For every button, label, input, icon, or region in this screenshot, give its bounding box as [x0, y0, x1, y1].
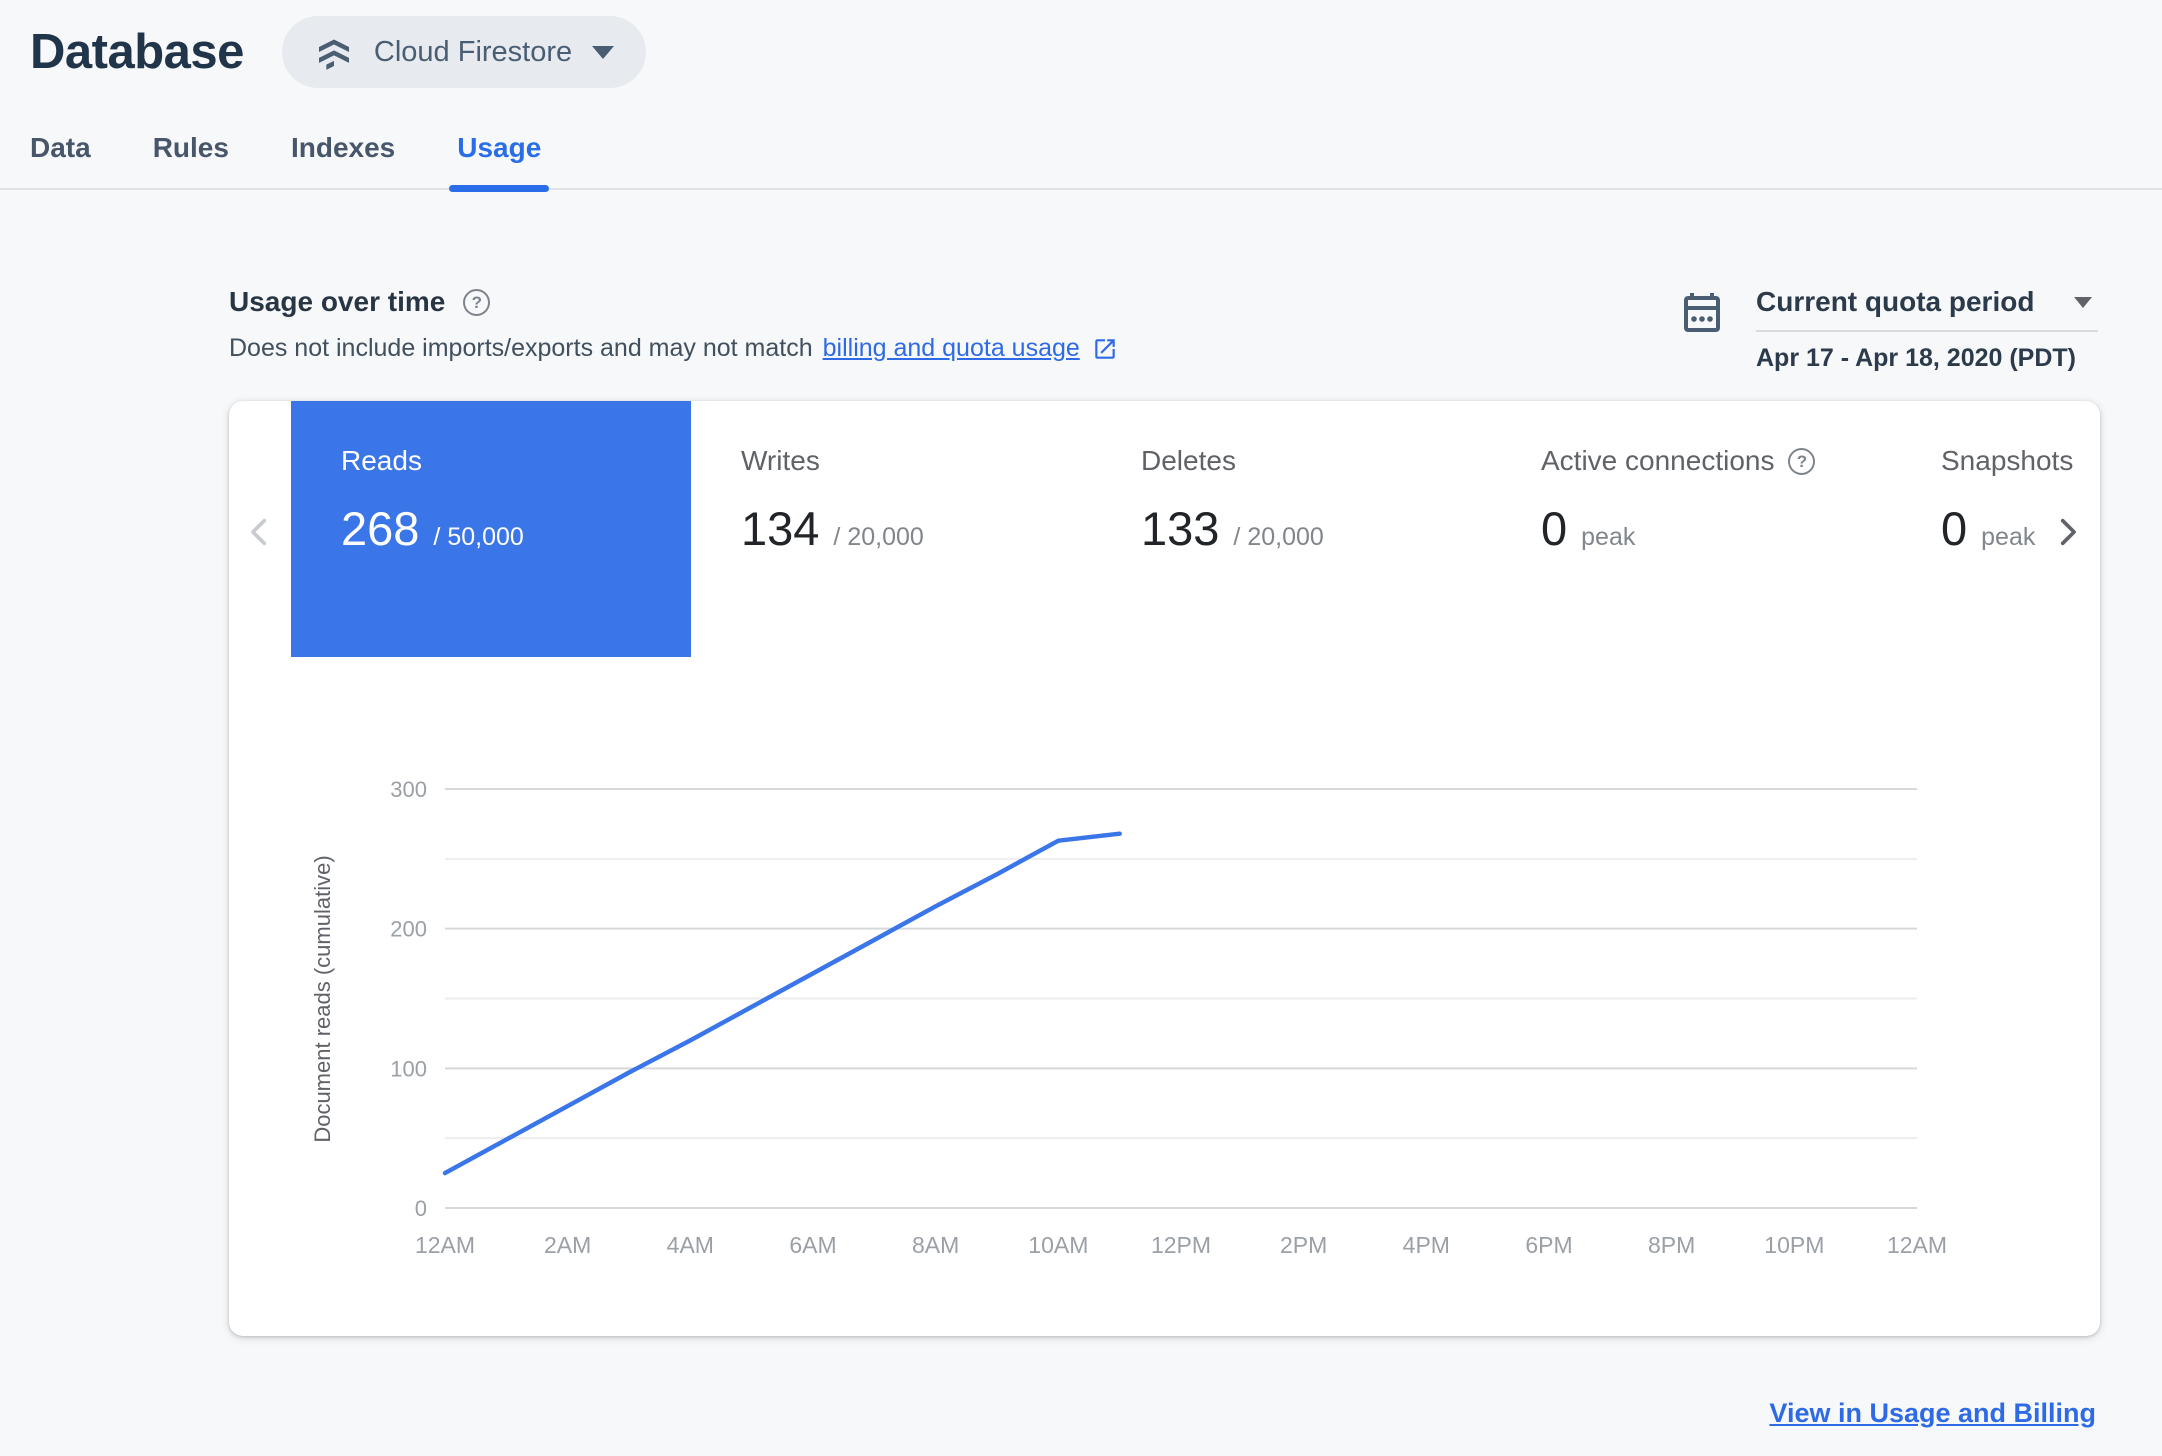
card-quota: / 20,000 [833, 523, 924, 551]
metric-cards-carousel: Reads 268 / 50,000 Writes 134 / 20,000 D… [229, 401, 2100, 657]
footer: View in Usage and Billing [0, 1398, 2096, 1429]
svg-text:12PM: 12PM [1151, 1232, 1211, 1258]
help-icon[interactable]: ? [463, 288, 491, 316]
usage-panel: Reads 268 / 50,000 Writes 134 / 20,000 D… [229, 401, 2100, 1336]
cards-track: Reads 268 / 50,000 Writes 134 / 20,000 D… [291, 401, 2100, 657]
product-selector-label: Cloud Firestore [373, 35, 573, 68]
svg-text:10AM: 10AM [1028, 1232, 1088, 1258]
svg-text:200: 200 [390, 917, 427, 942]
svg-text:Document reads (cumulative): Document reads (cumulative) [310, 855, 335, 1142]
billing-quota-link[interactable]: billing and quota usage [823, 334, 1080, 363]
firestore-icon [314, 32, 354, 72]
header: Database Cloud Firestore [0, 0, 2162, 88]
svg-text:0: 0 [415, 1196, 427, 1221]
carousel-left-button[interactable] [243, 515, 277, 552]
card-label: Writes [741, 445, 820, 476]
product-selector[interactable]: Cloud Firestore [281, 16, 647, 88]
tab-bar: Data Rules Indexes Usage [0, 88, 2162, 192]
tab-rules[interactable]: Rules [153, 132, 229, 188]
svg-text:2PM: 2PM [1280, 1232, 1327, 1258]
svg-text:12AM: 12AM [415, 1232, 475, 1258]
svg-text:100: 100 [390, 1056, 427, 1081]
chevron-down-icon [592, 45, 615, 59]
svg-text:4PM: 4PM [1403, 1232, 1450, 1258]
card-value: 133 [1141, 502, 1220, 555]
subtitle-text: Does not include imports/exports and may… [229, 334, 813, 362]
metric-card-reads[interactable]: Reads 268 / 50,000 [291, 401, 691, 657]
quota-period-range: Apr 17 - Apr 18, 2020 (PDT) [1756, 344, 2077, 372]
svg-text:2AM: 2AM [544, 1232, 591, 1258]
document-reads-line-chart: 0 100 200 300 12AM 2AM 4AM 6AM 8AM 10AM 12PM 2PM 4PM… [310, 777, 1947, 1258]
card-value: 0 [1941, 502, 1968, 555]
page-title: Database [30, 25, 244, 79]
metric-card-writes[interactable]: Writes 134 / 20,000 [691, 401, 1091, 657]
svg-text:6PM: 6PM [1525, 1232, 1572, 1258]
quota-period-select[interactable]: Current quota period [1756, 286, 2098, 332]
card-peak-label: peak [1981, 523, 2036, 551]
card-value: 0 [1541, 502, 1568, 555]
svg-text:8AM: 8AM [912, 1232, 959, 1258]
card-quota: / 50,000 [433, 523, 524, 551]
calendar-icon [1678, 290, 1726, 343]
usage-header: Usage over time ? Does not include impor… [229, 286, 2098, 373]
card-peak-label: peak [1581, 523, 1636, 551]
card-value: 268 [341, 502, 420, 555]
quota-period-label: Current quota period [1756, 286, 2035, 317]
card-value: 134 [741, 502, 820, 555]
svg-text:6AM: 6AM [789, 1232, 836, 1258]
tab-data[interactable]: Data [30, 132, 91, 188]
chevron-down-icon [2074, 296, 2092, 308]
tab-indexes[interactable]: Indexes [291, 132, 395, 188]
svg-text:300: 300 [390, 777, 427, 802]
metric-card-active-connections[interactable]: Active connections ? 0 peak [1491, 401, 1891, 657]
svg-text:8PM: 8PM [1648, 1232, 1695, 1258]
help-icon[interactable]: ? [1788, 447, 1816, 475]
open-in-new-icon[interactable] [1090, 336, 1118, 362]
metric-card-deletes[interactable]: Deletes 133 / 20,000 [1091, 401, 1491, 657]
svg-text:10PM: 10PM [1764, 1232, 1824, 1258]
view-usage-billing-link[interactable]: View in Usage and Billing [1769, 1398, 2096, 1428]
section-subtitle: Does not include imports/exports and may… [229, 334, 1118, 363]
carousel-right-button[interactable] [2050, 515, 2084, 552]
card-label: Deletes [1141, 445, 1236, 476]
card-label: Snapshots [1941, 445, 2074, 476]
card-label: Reads [341, 445, 422, 476]
svg-text:4AM: 4AM [667, 1232, 714, 1258]
svg-text:12AM: 12AM [1887, 1232, 1947, 1258]
section-title: Usage over time [229, 286, 446, 317]
tab-usage[interactable]: Usage [449, 132, 550, 192]
card-quota: / 20,000 [1233, 523, 1324, 551]
usage-chart-area: 0 100 200 300 12AM 2AM 4AM 6AM 8AM 10AM 12PM 2PM 4PM… [229, 731, 2100, 1311]
card-label: Active connections [1541, 445, 1775, 476]
